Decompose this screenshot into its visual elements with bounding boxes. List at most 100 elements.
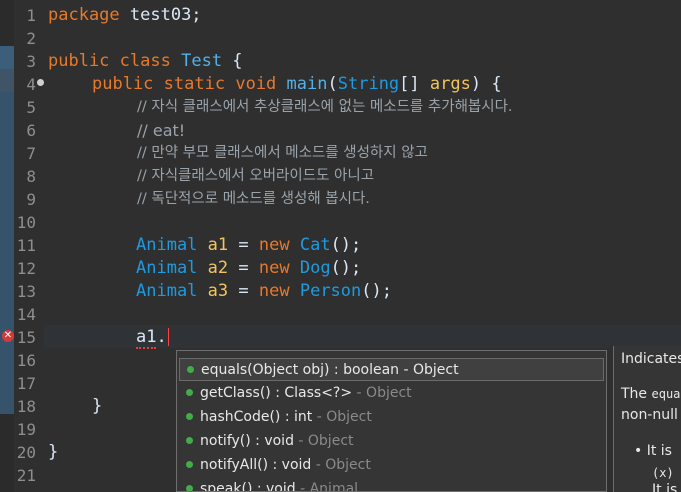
public-method-icon: [186, 485, 193, 491]
line-number: 15: [16, 328, 36, 347]
completion-item[interactable]: equals(Object obj) : boolean - Object: [179, 358, 604, 381]
comment-line[interactable]: // eat!: [137, 119, 185, 142]
overview-ruler: [0, 0, 14, 492]
code-line[interactable]: public static void main(String[] args) {: [92, 73, 502, 96]
line-number: 5: [26, 98, 36, 117]
line-number: 21: [16, 466, 36, 485]
class-name: Dog: [299, 258, 331, 278]
completion-item[interactable]: notify() : void - Object: [179, 430, 604, 453]
line-number: 9: [26, 190, 36, 209]
completion-item[interactable]: speak() : void - Animal: [179, 478, 604, 492]
code-line[interactable]: package test03;: [48, 4, 202, 27]
public-method-icon: [186, 437, 193, 444]
code-text: ) {: [470, 74, 502, 94]
code-line[interactable]: Animal a2 = new Dog();: [136, 257, 361, 280]
variable-name: a1: [136, 327, 157, 349]
param-name: args: [429, 74, 471, 94]
code-line[interactable]: }: [48, 441, 58, 464]
public-method-icon: [186, 413, 193, 420]
completion-owner: - Object: [312, 409, 372, 425]
doc-code: equal: [651, 387, 681, 401]
code-text: =: [228, 235, 259, 255]
keyword: new: [258, 281, 290, 301]
completion-owner: - Object: [293, 433, 354, 449]
type-name: String: [337, 74, 400, 94]
completion-item[interactable]: getClass() : Class<?> - Object: [179, 382, 604, 405]
public-method-icon: [186, 389, 193, 396]
type-name: Animal: [136, 258, 198, 278]
doc-text: The equal: [621, 386, 681, 402]
javadoc-popup[interactable]: Indicates The equal non-null • It is (x)…: [613, 346, 681, 492]
code-text: {: [222, 51, 243, 71]
line-number: 20: [16, 443, 36, 462]
variable-name: a1: [207, 235, 229, 255]
code-text: (: [327, 74, 338, 94]
error-icon[interactable]: ✕: [2, 330, 14, 342]
line-number: 12: [16, 259, 36, 278]
class-name: Cat: [299, 235, 331, 255]
variable-name: a2: [207, 258, 229, 278]
code-text: []: [399, 74, 430, 94]
completion-owner: - Animal: [295, 481, 359, 492]
comment-line[interactable]: // 만약 부모 클래스에서 메소드를 생성하지 않고: [137, 142, 428, 165]
comment-line[interactable]: // 독단적으로 메소드를 생성해 봅시다.: [137, 188, 370, 211]
method-name: main: [286, 74, 328, 94]
code-text: =: [228, 258, 259, 278]
code-line[interactable]: Animal a3 = new Person();: [136, 280, 392, 303]
code-text: ();: [330, 235, 362, 255]
completion-signature: notify() : void: [200, 433, 294, 449]
code-line[interactable]: public class Test {: [48, 50, 243, 73]
completion-signature: equals(Object obj) : boolean: [201, 362, 400, 378]
completion-signature: hashCode() : int: [200, 409, 313, 425]
doc-bullet: • It is: [634, 443, 672, 459]
public-method-icon: [187, 366, 194, 373]
code-text: ();: [330, 258, 362, 278]
completion-item[interactable]: hashCode() : int - Object: [179, 406, 604, 429]
public-method-icon: [186, 461, 193, 468]
line-number: 11: [16, 236, 36, 255]
keyword: new: [258, 235, 290, 255]
type-name: Animal: [136, 281, 198, 301]
line-number: 8: [26, 167, 36, 186]
completion-item[interactable]: notifyAll() : void - Object: [179, 454, 604, 477]
line-number: 17: [16, 374, 36, 393]
keyword: class: [119, 51, 171, 71]
doc-text: non-null: [621, 407, 678, 423]
line-number: 18: [16, 397, 36, 416]
code-completion-popup[interactable]: equals(Object obj) : boolean - Object get…: [176, 350, 607, 492]
code-line[interactable]: a1.: [136, 326, 169, 349]
ruler-marker: [0, 46, 14, 69]
doc-text: It is: [652, 482, 678, 492]
line-number: 19: [16, 420, 36, 439]
line-number: 2: [26, 29, 36, 48]
completion-signature: speak() : void: [200, 481, 296, 492]
text-caret: [167, 328, 169, 346]
ruler-marker: [0, 69, 14, 92]
doc-code: (x): [652, 466, 674, 480]
doc-text: The: [621, 386, 652, 402]
variable-name: a3: [207, 281, 229, 301]
ruler-marker: [0, 92, 14, 414]
line-number: 1: [26, 6, 36, 25]
fold-icon[interactable]: [37, 79, 44, 86]
code-text: ();: [361, 281, 392, 301]
line-number: 13: [16, 282, 36, 301]
line-number: 16: [16, 351, 36, 370]
class-name: Test: [181, 51, 223, 71]
keyword: void: [235, 74, 277, 94]
line-number: 14: [16, 305, 36, 324]
keyword: public: [48, 51, 110, 71]
comment-line[interactable]: // 자식클래스에서 오버라이드도 아니고: [137, 165, 374, 188]
comment-line[interactable]: // 자식 클래스에서 추상클래스에 없는 메소드를 추가해봅시다.: [137, 96, 513, 119]
type-name: Animal: [136, 235, 198, 255]
code-line[interactable]: }: [92, 395, 102, 418]
completion-signature: notifyAll() : void: [200, 457, 312, 473]
doc-text: Indicates: [621, 351, 681, 367]
code-line[interactable]: Animal a1 = new Cat();: [136, 234, 361, 257]
line-number: 7: [26, 144, 36, 163]
code-text: .: [156, 327, 167, 347]
keyword: new: [258, 258, 290, 278]
completion-owner: - Object: [352, 385, 412, 401]
code-text: test03;: [119, 5, 202, 25]
keyword: static: [163, 74, 226, 94]
